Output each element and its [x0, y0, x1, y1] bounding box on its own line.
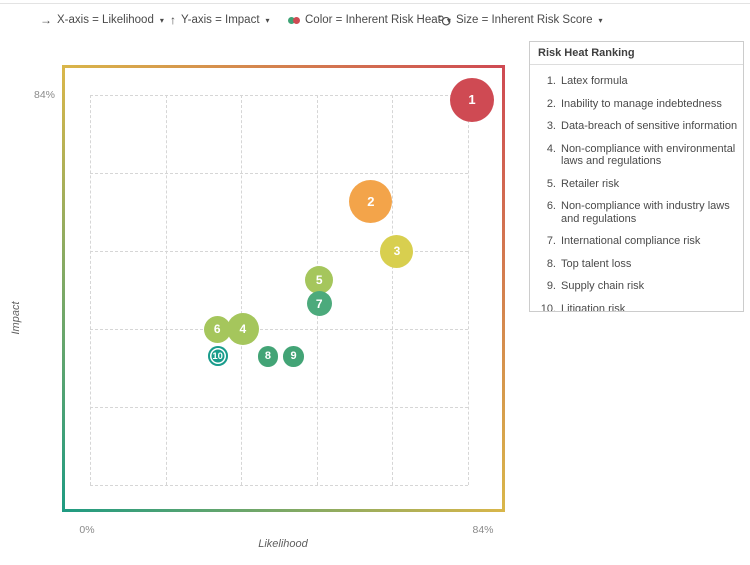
ranking-item-7[interactable]: 7. International compliance risk [530, 235, 739, 248]
xaxis-dropdown-label: X-axis = Likelihood [57, 14, 154, 26]
ranking-item-5[interactable]: 5. Retailer risk [530, 178, 739, 191]
yaxis-dropdown[interactable]: ↑ Y-axis = Impact ▾ [170, 11, 270, 29]
bubble-7[interactable]: 7 [307, 291, 332, 316]
ranking-item-label: Litigation risk [561, 303, 625, 313]
gridline [90, 95, 468, 96]
ranking-item-label: Data-breach of sensitive information [561, 120, 737, 133]
gridline [90, 95, 91, 485]
yaxis-dropdown-label: Y-axis = Impact [181, 14, 260, 26]
chevron-down-icon: ▾ [160, 16, 164, 25]
ranking-item-number: 9. [530, 280, 556, 293]
x-axis-title: Likelihood [183, 538, 383, 550]
ranking-item-label: Non-compliance with environmental laws a… [561, 143, 739, 168]
ranking-item-number: 1. [530, 75, 556, 88]
y-axis-tick-84: 84% [25, 89, 55, 101]
ranking-item-label: Inability to manage indebtedness [561, 98, 722, 111]
color-dropdown[interactable]: Color = Inherent Risk Heat ▾ [288, 11, 451, 29]
ranking-item-number: 8. [530, 258, 556, 271]
ranking-item-3[interactable]: 3. Data-breach of sensitive information [530, 120, 739, 133]
ranking-item-number: 7. [530, 235, 556, 248]
ranking-item-label: Retailer risk [561, 178, 619, 191]
ranking-item-label: Supply chain risk [561, 280, 644, 293]
gridline [241, 95, 242, 485]
ranking-item-label: Latex formula [561, 75, 628, 88]
size-circles-icon [437, 14, 451, 27]
size-dropdown-label: Size = Inherent Risk Score [456, 14, 592, 26]
ranking-item-9[interactable]: 9. Supply chain risk [530, 280, 739, 293]
ranking-item-1[interactable]: 1. Latex formula [530, 75, 739, 88]
risk-heatmap-app: → X-axis = Likelihood ▾ ↑ Y-axis = Impac… [0, 0, 750, 565]
x-axis-tick-0: 0% [72, 524, 102, 536]
chart-frame [62, 65, 505, 512]
ranking-item-number: 2. [530, 98, 556, 111]
bubble-5[interactable]: 5 [305, 266, 333, 294]
bubble-9[interactable]: 9 [283, 346, 304, 367]
ranking-item-number: 6. [530, 200, 556, 225]
ranking-item-number: 3. [530, 120, 556, 133]
ranking-item-label: Top talent loss [561, 258, 631, 271]
risk-ranking-list: 1. Latex formula 2. Inability to manage ind… [530, 65, 743, 312]
ranking-item-2[interactable]: 2. Inability to manage indebtedness [530, 98, 739, 111]
chevron-down-icon: ▾ [598, 16, 602, 25]
ranking-item-8[interactable]: 8. Top talent loss [530, 258, 739, 271]
ranking-item-number: 5. [530, 178, 556, 191]
ranking-item-number: 10. [530, 303, 556, 313]
gridline [90, 407, 468, 408]
gridline [90, 173, 468, 174]
ranking-item-label: Non-compliance with industry laws and re… [561, 200, 739, 225]
color-dropdown-label: Color = Inherent Risk Heat [305, 14, 441, 26]
gridline [90, 485, 468, 486]
gridline [90, 329, 468, 330]
risk-heat-ranking-panel: Risk Heat Ranking 1. Latex formula 2. Inabi… [529, 41, 744, 312]
size-dropdown[interactable]: Size = Inherent Risk Score ▾ [437, 11, 602, 29]
gridline [166, 95, 167, 485]
arrow-right-icon: → [40, 14, 52, 26]
x-axis-tick-84: 84% [468, 524, 498, 536]
ranking-item-4[interactable]: 4.Non-compliance with environmental laws… [530, 143, 739, 168]
y-axis-title: Impact [10, 301, 22, 334]
bubble-10[interactable]: 10 [208, 346, 228, 366]
gridline [468, 95, 469, 485]
ranking-item-10[interactable]: 10. Litigation risk [530, 303, 739, 313]
gridline [392, 95, 393, 485]
ranking-item-6[interactable]: 6.Non-compliance with industry laws and … [530, 200, 739, 225]
panel-title: Risk Heat Ranking [530, 42, 743, 65]
xaxis-dropdown[interactable]: → X-axis = Likelihood ▾ [40, 11, 164, 29]
ranking-item-label: International compliance risk [561, 235, 700, 248]
chevron-down-icon: ▾ [266, 16, 270, 25]
top-divider [0, 3, 750, 4]
bubble-8[interactable]: 8 [258, 346, 279, 367]
bubble-1[interactable]: 1 [450, 78, 494, 122]
arrow-up-icon: ↑ [170, 14, 176, 26]
ranking-item-number: 4. [530, 143, 556, 168]
color-dots-icon [288, 17, 300, 24]
